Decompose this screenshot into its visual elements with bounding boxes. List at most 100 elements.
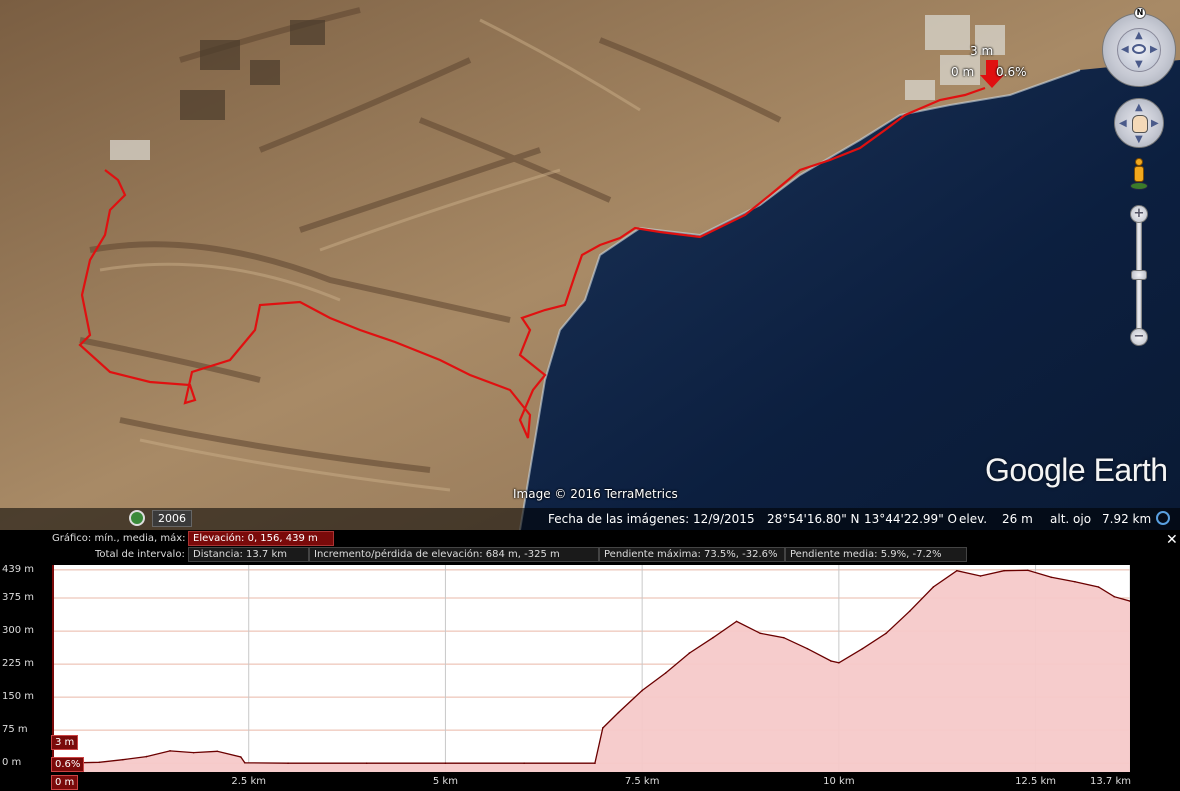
zoom-in-button[interactable]: + <box>1130 205 1148 223</box>
hand-pan-icon <box>1132 115 1148 133</box>
eye-icon <box>1132 44 1146 54</box>
elevation-point <box>908 610 911 613</box>
cursor-slope-label: 0.6% <box>996 65 1027 79</box>
elevation-point <box>1113 595 1116 598</box>
pegman-icon[interactable] <box>1130 158 1148 194</box>
y-tick-label: 300 m <box>2 625 35 637</box>
elevation-point <box>838 661 840 664</box>
elevation-point <box>523 762 525 764</box>
move-down-arrow-icon[interactable]: ▼ <box>1135 135 1143 145</box>
x-tick-label: 12.5 km <box>1015 776 1057 787</box>
move-control[interactable]: ▲ ▼ ◀ ▶ <box>1114 98 1164 148</box>
cursor-slope-tag: 0.6% <box>51 757 85 772</box>
elevation-point <box>122 758 124 761</box>
logo-earth: Earth <box>1093 452 1168 488</box>
look-right-arrow-icon[interactable]: ▶ <box>1150 45 1158 55</box>
y-tick-label: 225 m <box>2 658 35 670</box>
elevation-point <box>956 569 958 572</box>
elevation-chart[interactable] <box>52 565 1130 772</box>
y-tick-label: 0 m <box>2 757 22 769</box>
elevation-point <box>192 751 195 754</box>
elevation-point <box>1026 569 1029 572</box>
elevation-point <box>98 761 101 764</box>
longitude-readout: 13°44'22.99" O <box>864 512 957 526</box>
close-profile-button[interactable]: ✕ <box>1166 532 1178 548</box>
gain-loss-stat: Incremento/pérdida de elevación: 684 m, … <box>309 547 599 562</box>
elevation-point <box>1097 586 1100 588</box>
distance-stat: Distancia: 13.7 km <box>188 547 309 562</box>
elevation-point <box>594 762 596 764</box>
elevation-point <box>932 586 935 588</box>
elevation-area <box>52 570 1130 772</box>
streaming-progress-icon <box>1156 511 1170 525</box>
imagery-date: Fecha de las imágenes: 12/9/2015 <box>548 512 755 526</box>
y-tick-label: 150 m <box>2 691 35 703</box>
move-left-arrow-icon[interactable]: ◀ <box>1119 119 1127 129</box>
y-tick-label: 439 m <box>2 563 35 575</box>
satellite-map-view[interactable]: 3 m 0 m 0.6% Image © 2016 TerraMetrics G… <box>0 0 1180 530</box>
elevation-profile-panel: Gráfico: mín., media, máx: Elevación: 0,… <box>0 530 1180 791</box>
elevation-point <box>243 761 246 764</box>
cursor-elevation-label: 3 m <box>970 44 994 58</box>
elevation-value: 26 m <box>1002 512 1033 526</box>
elevation-point <box>712 636 714 639</box>
elevation-summary: Elevación: 0, 156, 439 m <box>188 531 334 546</box>
y-tick-label: 75 m <box>2 724 28 736</box>
max-slope-stat: Pendiente máxima: 73.5%, -32.6% <box>599 547 785 562</box>
elevation-point <box>287 762 289 764</box>
elevation-point <box>145 755 148 758</box>
elevation-point <box>169 750 171 752</box>
zoom-slider-thumb[interactable] <box>1131 270 1147 280</box>
google-earth-window: 3 m 0 m 0.6% Image © 2016 TerraMetrics G… <box>0 0 1180 791</box>
x-tick-label: 13.7 km <box>1090 776 1131 787</box>
look-down-arrow-icon[interactable]: ▼ <box>1135 60 1143 70</box>
elevation-point <box>979 575 982 577</box>
elevation-point <box>444 762 447 764</box>
elevation-point <box>782 636 785 639</box>
elevation-point <box>759 632 761 635</box>
elevation-point <box>216 750 219 753</box>
graph-label: Gráfico: mín., media, máx: <box>52 533 186 544</box>
eye-altitude-value: 7.92 km <box>1102 512 1152 526</box>
cursor-distance-tag: 0 m <box>51 775 79 790</box>
eye-altitude-label: alt. ojo <box>1050 512 1092 526</box>
elevation-point <box>664 672 667 674</box>
look-compass-control[interactable]: N ▲ ▼ ◀ ▶ <box>1102 7 1176 87</box>
elevation-label: elev. <box>959 512 988 526</box>
latitude-readout: 28°54'16.80" N <box>767 512 860 526</box>
elevation-point <box>240 756 242 758</box>
elevation-point <box>641 689 643 692</box>
x-tick-label: 5 km <box>432 776 458 787</box>
elevation-point <box>1050 576 1053 579</box>
elevation-point <box>1074 580 1076 583</box>
look-left-arrow-icon[interactable]: ◀ <box>1121 45 1129 55</box>
map-imagery <box>0 0 1180 530</box>
elevation-point <box>688 652 691 654</box>
move-right-arrow-icon[interactable]: ▶ <box>1151 119 1159 129</box>
elevation-point <box>885 632 887 635</box>
move-up-arrow-icon[interactable]: ▲ <box>1135 103 1143 113</box>
elevation-point <box>735 620 738 623</box>
x-tick-label: 7.5 km <box>624 776 660 787</box>
historical-imagery-clock-icon[interactable] <box>129 510 145 526</box>
logo-google: Google <box>985 452 1086 488</box>
look-up-arrow-icon[interactable]: ▲ <box>1135 31 1143 41</box>
north-indicator[interactable]: N <box>1134 7 1146 19</box>
avg-slope-stat: Pendiente media: 5.9%, -7.2% <box>785 547 967 562</box>
image-credit: Image © 2016 TerraMetrics <box>513 487 678 501</box>
elevation-point <box>602 727 604 729</box>
x-tick-label: 10 km <box>823 776 855 787</box>
zoom-out-button[interactable]: − <box>1130 328 1148 346</box>
look-joystick[interactable]: ▲ ▼ ◀ ▶ <box>1117 28 1161 72</box>
historical-year-badge[interactable]: 2006 <box>152 510 192 527</box>
y-tick-label: 375 m <box>2 592 35 604</box>
elevation-point <box>365 762 368 764</box>
elevation-point <box>861 647 864 650</box>
google-earth-logo: Google Earth <box>985 452 1168 489</box>
x-tick-label: 2.5 km <box>231 776 267 787</box>
cursor-distance-label: 0 m <box>951 65 975 79</box>
interval-label: Total de intervalo: <box>95 549 185 560</box>
cursor-elevation-tag: 3 m <box>51 735 79 750</box>
elevation-point <box>806 647 809 650</box>
elevation-point <box>617 711 620 714</box>
